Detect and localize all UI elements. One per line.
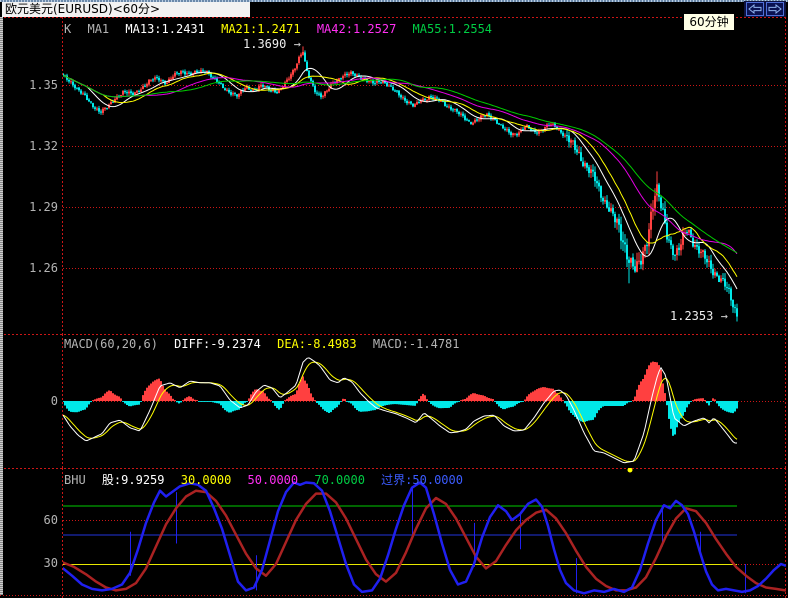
legend-macd-params: MACD(60,20,6)	[64, 337, 158, 351]
legend-k: K	[64, 22, 71, 36]
macd-panel[interactable]: MACD(60,20,6) DIFF:-9.2374 DEA:-8.4983 M…	[0, 334, 788, 468]
next-arrow-button[interactable]	[766, 2, 784, 16]
legend-overline: 过界:50.0000	[381, 473, 463, 487]
annotation-arrow-icon: →	[721, 309, 728, 323]
legend-ma55: MA55:1.2554	[413, 22, 492, 36]
high-annotation: 1.3690 →	[243, 37, 301, 51]
legend-bhu: BHU	[64, 473, 86, 487]
right-arrow-icon	[768, 4, 782, 14]
prev-arrow-button[interactable]	[746, 2, 764, 16]
legend-level-30: 30.0000	[181, 473, 232, 487]
macd-zero-tick: 0	[0, 394, 58, 408]
legend-ma21: MA21:1.2471	[221, 22, 300, 36]
legend-bhu-value: 股:9.9259	[102, 473, 165, 487]
low-annotation-value: 1.2353	[670, 309, 713, 323]
bhu-panel[interactable]: BHU 股:9.9259 30.0000 50.0000 70.0000 过界:…	[0, 468, 788, 598]
low-annotation: 1.2353 →	[670, 309, 728, 323]
trading-app-window: 欧元美元(EURUSD)<60分> 60分钟 K MA1 MA13:1.2431…	[0, 0, 788, 598]
legend-level-50: 50.0000	[248, 473, 299, 487]
annotation-arrow-icon: →	[294, 37, 301, 51]
price-tick-129: 1.29	[0, 200, 58, 214]
macd-legend: MACD(60,20,6) DIFF:-9.2374 DEA:-8.4983 M…	[64, 337, 469, 351]
legend-diff: DIFF:-9.2374	[174, 337, 261, 351]
titlebar: 欧元美元(EURUSD)<60分>	[0, 0, 788, 17]
legend-level-70: 70.0000	[314, 473, 365, 487]
legend-ma1: MA1	[87, 22, 109, 36]
legend-ma42: MA42:1.2527	[317, 22, 396, 36]
left-arrow-icon	[748, 4, 762, 14]
macd-chart[interactable]	[0, 334, 788, 468]
nav-buttons-zone	[744, 1, 786, 17]
bhu-tick-60: 60	[0, 513, 58, 527]
high-annotation-value: 1.3690	[243, 37, 286, 51]
price-tick-132: 1.32	[0, 139, 58, 153]
window-left-edge	[0, 17, 3, 595]
legend-macd-value: MACD:-1.4781	[373, 337, 460, 351]
price-tick-126: 1.26	[0, 261, 58, 275]
legend-ma13: MA13:1.2431	[125, 22, 204, 36]
legend-dea: DEA:-8.4983	[277, 337, 356, 351]
price-tick-135: 1.35	[0, 78, 58, 92]
window-title: 欧元美元(EURUSD)<60分>	[2, 2, 250, 17]
price-legend: K MA1 MA13:1.2431 MA21:1.2471 MA42:1.252…	[64, 22, 501, 36]
window-title-text: 欧元美元(EURUSD)<60分>	[5, 2, 160, 16]
bhu-tick-30: 30	[0, 556, 58, 570]
price-chart-panel[interactable]: K MA1 MA13:1.2431 MA21:1.2471 MA42:1.252…	[0, 17, 788, 334]
candlestick-chart[interactable]	[0, 17, 788, 334]
bhu-legend: BHU 股:9.9259 30.0000 50.0000 70.0000 过界:…	[64, 471, 472, 488]
period-tooltip: 60分钟	[683, 13, 735, 31]
